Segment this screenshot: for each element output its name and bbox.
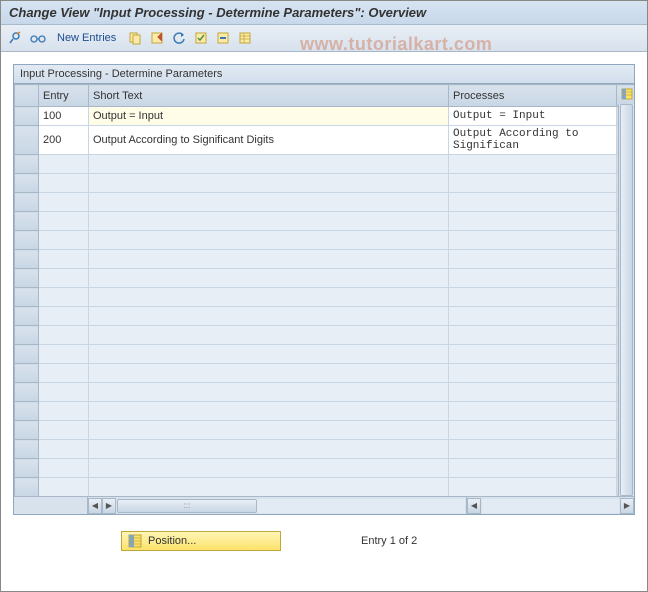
select-all-icon[interactable] [192, 29, 210, 47]
hscroll-left-icon[interactable]: ◀ [467, 498, 481, 514]
hscroll-thumb[interactable]: ::: [117, 499, 257, 513]
deselect-all-icon[interactable] [214, 29, 232, 47]
new-entries-button[interactable]: New Entries [51, 30, 122, 46]
cell-short-text[interactable]: Output According to Significant Digits [89, 126, 449, 155]
table-row-empty[interactable] [15, 402, 635, 421]
row-selector[interactable] [15, 107, 39, 126]
toolbar: New Entries [1, 25, 647, 52]
table-container: Entry Short Text Processes 100 Output = … [14, 84, 634, 514]
horizontal-scrollbar-main[interactable]: ◀ ▶ ::: [88, 497, 466, 514]
table-row-empty[interactable] [15, 307, 635, 326]
hscroll-track[interactable] [482, 499, 619, 513]
col-selector-header[interactable] [15, 85, 39, 107]
hscroll-track[interactable]: ::: [117, 499, 465, 513]
footer: Position... Entry 1 of 2 [13, 515, 635, 559]
hscroll-right-icon[interactable]: ▶ [102, 498, 116, 514]
other-view-icon[interactable] [7, 29, 25, 47]
vertical-scrollbar-thumb[interactable] [620, 104, 633, 496]
table-row-empty[interactable] [15, 231, 635, 250]
table-row-empty[interactable] [15, 326, 635, 345]
table-header-row: Entry Short Text Processes [15, 85, 635, 107]
row-selector[interactable] [15, 126, 39, 155]
table-row-empty[interactable] [15, 478, 635, 497]
cell-entry[interactable]: 100 [39, 107, 89, 126]
hscroll-right-icon[interactable]: ▶ [620, 498, 634, 514]
horizontal-scrollbar-processes[interactable]: ◀ ▶ [466, 497, 634, 514]
page-title: Change View "Input Processing - Determin… [9, 5, 639, 20]
table-row-empty[interactable] [15, 193, 635, 212]
title-bar: Change View "Input Processing - Determin… [1, 1, 647, 25]
position-icon [128, 534, 142, 548]
data-table: Entry Short Text Processes 100 Output = … [14, 84, 634, 497]
position-button[interactable]: Position... [121, 531, 281, 551]
panel: Input Processing - Determine Parameters … [13, 64, 635, 515]
cell-processes[interactable]: Output = Input [449, 107, 617, 126]
table-row[interactable]: 200 Output According to Significant Digi… [15, 126, 635, 155]
col-short-text-header[interactable]: Short Text [89, 85, 449, 107]
table-row-empty[interactable] [15, 440, 635, 459]
undo-icon[interactable] [170, 29, 188, 47]
copy-icon[interactable] [126, 29, 144, 47]
content-area: Input Processing - Determine Parameters … [1, 52, 647, 571]
table-row-empty[interactable] [15, 459, 635, 478]
table-row-empty[interactable] [15, 364, 635, 383]
entry-status-text: Entry 1 of 2 [361, 535, 417, 547]
table-row-empty[interactable] [15, 155, 635, 174]
table-row-empty[interactable] [15, 345, 635, 364]
table-row[interactable]: 100 Output = Input Output = Input [15, 107, 635, 126]
cell-processes[interactable]: Output According to Significan [449, 126, 617, 155]
table-body: 100 Output = Input Output = Input 200 Ou… [15, 107, 635, 497]
table-row-empty[interactable] [15, 421, 635, 440]
table-row-empty[interactable] [15, 250, 635, 269]
cell-short-text[interactable]: Output = Input [89, 107, 449, 126]
table-row-empty[interactable] [15, 174, 635, 193]
hscroll-spacer [14, 497, 88, 514]
table-row-empty[interactable] [15, 383, 635, 402]
hscroll-left-icon[interactable]: ◀ [88, 498, 102, 514]
cell-entry[interactable]: 200 [39, 126, 89, 155]
vertical-scrollbar[interactable] [618, 104, 634, 496]
glasses-icon[interactable] [29, 29, 47, 47]
panel-header: Input Processing - Determine Parameters [14, 65, 634, 84]
position-button-label: Position... [148, 535, 196, 547]
table-row-empty[interactable] [15, 212, 635, 231]
table-row-empty[interactable] [15, 269, 635, 288]
table-settings-icon[interactable] [236, 29, 254, 47]
table-row-empty[interactable] [15, 288, 635, 307]
col-processes-header[interactable]: Processes [449, 85, 617, 107]
col-entry-header[interactable]: Entry [39, 85, 89, 107]
save-icon[interactable] [148, 29, 166, 47]
horizontal-scroll-row: ◀ ▶ ::: ◀ ▶ [14, 496, 634, 514]
